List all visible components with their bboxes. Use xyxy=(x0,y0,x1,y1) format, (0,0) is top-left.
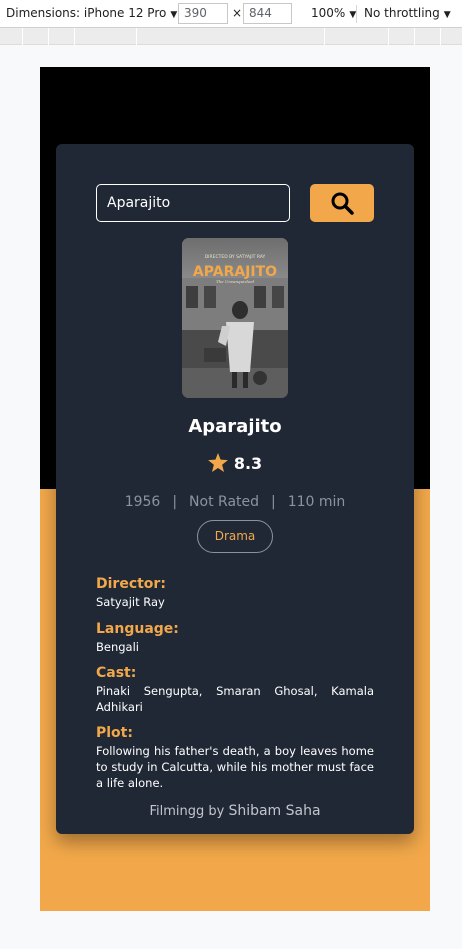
movie-poster: DIRECTED BY SATYAJIT RAY APARAJITO The U… xyxy=(182,238,288,398)
dropdown-arrow-icon: ▼ xyxy=(443,10,451,20)
movie-year: 1956 xyxy=(124,494,161,510)
movie-title: Aparajito xyxy=(188,416,282,437)
language-label: Language: xyxy=(96,621,179,637)
genre-badge: Drama xyxy=(197,520,273,553)
height-input[interactable]: 844 xyxy=(243,3,292,24)
poster-title: APARAJITO xyxy=(193,264,277,280)
poster-subtitle: The Unvanquished xyxy=(216,279,254,284)
zoom-dropdown[interactable]: 100% ▼ xyxy=(311,6,356,20)
device-viewport: Aparajito DIRECTED BY SATYAJIT RAY APARA… xyxy=(40,67,430,911)
director-label: Director: xyxy=(96,576,166,592)
plot-value: Following his father's death, a boy leav… xyxy=(96,744,374,790)
plot-section: Plot: Following his father's death, a bo… xyxy=(96,725,374,791)
plot-label: Plot: xyxy=(96,725,133,741)
search-input[interactable]: Aparajito xyxy=(96,184,290,222)
poster-credit: DIRECTED BY SATYAJIT RAY xyxy=(205,254,266,260)
toolbar-divider xyxy=(356,5,357,23)
language-value: Bengali xyxy=(96,640,139,654)
rating-value: 8.3 xyxy=(233,454,263,473)
movie-rated: Not Rated xyxy=(189,494,260,510)
zoom-label: 100% xyxy=(311,6,346,20)
meta-separator: | xyxy=(172,494,178,510)
movie-runtime: 110 min xyxy=(287,494,346,510)
rating: 8.3 xyxy=(56,453,414,473)
dimension-times: × xyxy=(232,6,243,20)
media-query-ruler[interactable] xyxy=(0,28,462,45)
meta-separator: | xyxy=(271,494,276,510)
footer-author: Shibam Saha xyxy=(228,803,321,819)
width-input[interactable]: 390 xyxy=(178,3,228,24)
movie-card: Aparajito DIRECTED BY SATYAJIT RAY APARA… xyxy=(56,144,414,834)
search-button[interactable] xyxy=(310,184,374,222)
throttling-dropdown[interactable]: No throttling ▼ xyxy=(364,6,451,20)
devtools-toolbar: Dimensions: iPhone 12 Pro ▼ 390 × 844 100… xyxy=(0,0,462,28)
dropdown-arrow-icon: ▼ xyxy=(170,10,178,20)
cast-value: Pinaki Sengupta, Smaran Ghosal, Kamala A… xyxy=(96,684,374,714)
cast-section: Cast: Pinaki Sengupta, Smaran Ghosal, Ka… xyxy=(96,665,374,715)
language-section: Language: Bengali xyxy=(96,621,374,655)
director-section: Director: Satyajit Ray xyxy=(96,576,374,610)
director-value: Satyajit Ray xyxy=(96,595,165,609)
footer-prefix: Filmingg by xyxy=(149,804,225,819)
cast-label: Cast: xyxy=(96,665,137,681)
device-label: Dimensions: iPhone 12 Pro xyxy=(6,6,167,20)
throttling-label: No throttling xyxy=(364,6,440,20)
search-icon xyxy=(331,192,354,215)
footer-credit: Filmingg by Shibam Saha xyxy=(56,803,414,819)
device-dropdown[interactable]: Dimensions: iPhone 12 Pro ▼ xyxy=(6,6,177,20)
star-icon xyxy=(207,453,228,472)
movie-meta: 1956 | Not Rated | 110 min xyxy=(56,494,414,510)
